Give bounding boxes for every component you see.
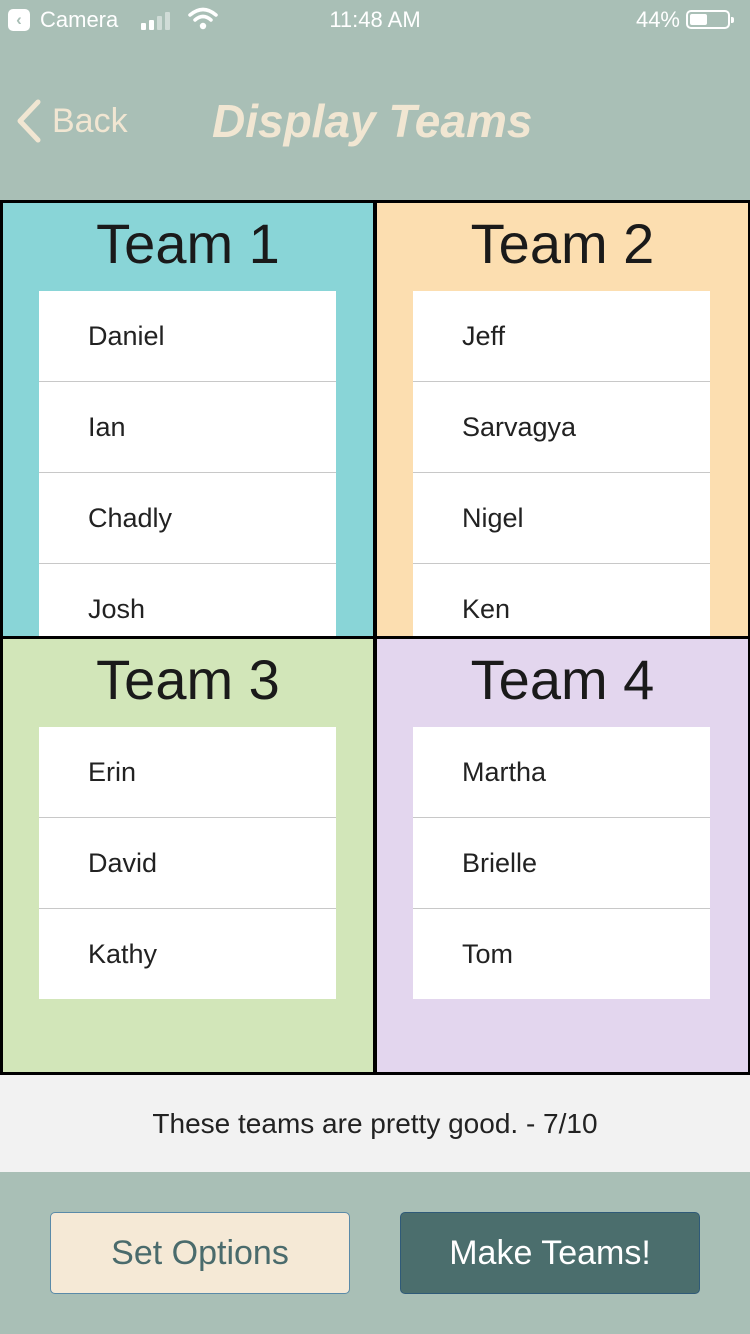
team-member[interactable]: Josh [39,564,336,636]
team-member[interactable]: Ken [413,564,710,636]
team-member[interactable]: David [39,818,336,909]
team-member[interactable]: Kathy [39,909,336,999]
team-member[interactable]: Erin [39,727,336,818]
back-button[interactable]: Back [16,96,128,146]
team-member[interactable]: Nigel [413,473,710,564]
navigation-bar: Back Display Teams [0,40,750,200]
back-button-label: Back [52,101,128,140]
team-member[interactable]: Sarvagya [413,382,710,473]
team-card-3: Team 3 Erin David Kathy [3,639,373,1072]
team-title: Team 4 [470,648,655,711]
battery-percentage: 44% [635,7,680,32]
team-member-list[interactable]: Martha Brielle Tom [413,727,710,999]
make-teams-button[interactable]: Make Teams! [400,1212,700,1294]
team-card-2: Team 2 Jeff Sarvagya Nigel Ken [377,203,748,636]
team-member[interactable]: Tom [413,909,710,999]
team-title: Team 1 [96,212,280,275]
battery-icon [686,10,734,29]
team-member[interactable]: Ian [39,382,336,473]
chevron-left-icon [17,99,41,143]
team-member-list[interactable]: Erin David Kathy [39,727,336,999]
team-member-list[interactable]: Daniel Ian Chadly Josh [39,291,336,636]
set-options-button[interactable]: Set Options [50,1212,350,1294]
status-bar: ‹ Camera 11:48 AM 44% [0,0,750,40]
team-title: Team 2 [470,212,655,275]
team-member[interactable]: Jeff [413,291,710,382]
team-member[interactable]: Daniel [39,291,336,382]
team-card-1: Team 1 Daniel Ian Chadly Josh [3,203,373,636]
team-member[interactable]: Brielle [413,818,710,909]
team-member[interactable]: Chadly [39,473,336,564]
page-title: Display Teams [212,95,533,147]
team-rating-text: These teams are pretty good. - 7/10 [0,1075,750,1172]
team-member[interactable]: Martha [413,727,710,818]
team-title: Team 3 [96,648,280,711]
teams-grid: Team 1 Daniel Ian Chadly Josh Team 2 Jef… [0,200,750,1075]
team-member-list[interactable]: Jeff Sarvagya Nigel Ken [413,291,710,636]
team-card-4: Team 4 Martha Brielle Tom [377,639,748,1072]
